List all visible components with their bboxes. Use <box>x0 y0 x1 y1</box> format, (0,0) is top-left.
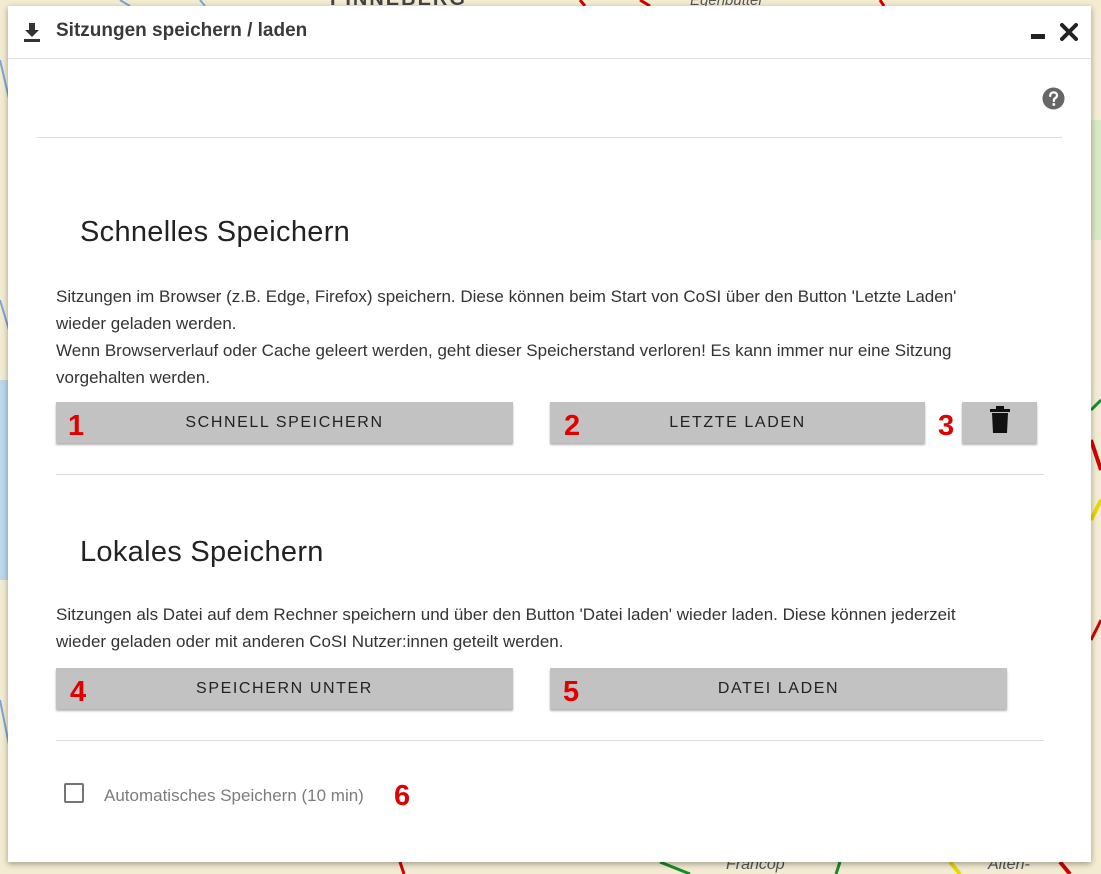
annotation-marker-4: 4 <box>70 676 87 708</box>
save-as-button-label: SPEICHERN UNTER <box>196 679 373 697</box>
quick-save-button[interactable]: SCHNELL SPEICHERN <box>56 402 513 443</box>
section-heading-quick-save: Schnelles Speichern <box>80 216 351 248</box>
quick-save-description-line: Sitzungen im Browser (z.B. Edge, Firefox… <box>56 287 957 306</box>
annotation-marker-3: 3 <box>938 410 955 442</box>
quick-save-description-line: wieder geladen werden. <box>56 314 237 333</box>
divider <box>56 474 1044 475</box>
delete-quick-save-button[interactable] <box>962 402 1037 443</box>
save-as-button[interactable]: SPEICHERN UNTER <box>56 668 513 709</box>
load-last-button[interactable]: LETZTE LADEN <box>550 402 925 443</box>
annotation-marker-2: 2 <box>564 410 581 442</box>
autosave-checkbox[interactable] <box>64 783 84 803</box>
panel-title: Sitzungen speichern / laden <box>56 20 308 41</box>
quick-save-description-line: Wenn Browserverlauf oder Cache geleert w… <box>56 341 952 360</box>
session-panel: Sitzungen speichern / laden Schnelles Sp… <box>8 6 1091 862</box>
panel-titlebar: Sitzungen speichern / laden <box>8 6 1091 59</box>
download-icon <box>22 22 42 47</box>
help-icon[interactable] <box>1042 87 1065 115</box>
local-save-description-line: Sitzungen als Datei auf dem Rechner spei… <box>56 605 956 624</box>
quick-save-button-label: SCHNELL SPEICHERN <box>185 413 384 431</box>
quick-save-description-line: vorgehalten werden. <box>56 368 211 387</box>
load-file-button[interactable]: DATEI LADEN <box>550 668 1007 709</box>
minimize-icon[interactable] <box>1030 28 1046 49</box>
quick-save-description: Sitzungen im Browser (z.B. Edge, Firefox… <box>56 283 1016 391</box>
divider <box>37 137 1062 138</box>
trash-icon <box>989 406 1011 439</box>
section-heading-local-save: Lokales Speichern <box>80 536 324 568</box>
load-last-button-label: LETZTE LADEN <box>669 413 806 431</box>
annotation-marker-6: 6 <box>394 780 411 812</box>
annotation-marker-1: 1 <box>68 410 85 442</box>
autosave-label[interactable]: Automatisches Speichern (10 min) <box>104 786 364 806</box>
divider <box>56 740 1044 741</box>
local-save-description: Sitzungen als Datei auf dem Rechner spei… <box>56 601 1016 655</box>
close-icon[interactable] <box>1060 23 1078 46</box>
annotation-marker-5: 5 <box>563 676 580 708</box>
load-file-button-label: DATEI LADEN <box>717 679 840 697</box>
local-save-description-line: wieder geladen oder mit anderen CoSI Nut… <box>56 632 564 651</box>
